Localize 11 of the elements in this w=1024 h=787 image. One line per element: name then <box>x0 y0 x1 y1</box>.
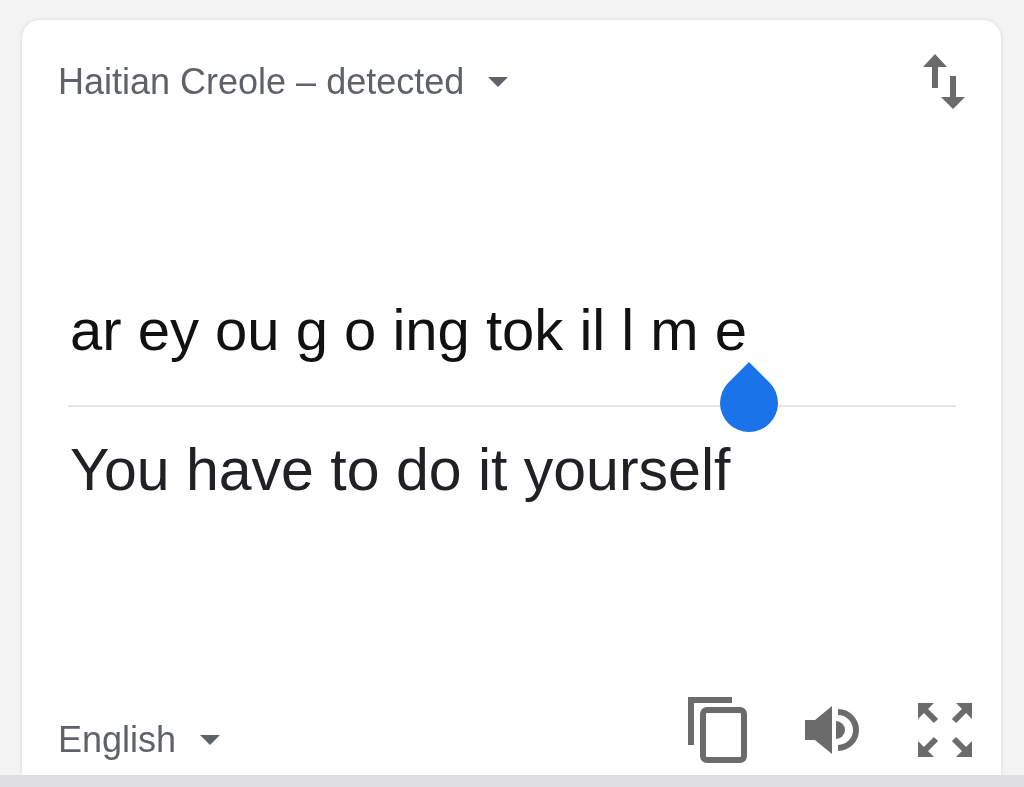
expand-icon[interactable] <box>918 703 972 757</box>
copy-icon[interactable] <box>688 697 747 763</box>
source-language-selector[interactable]: Haitian Creole – detected <box>58 60 509 103</box>
input-field[interactable]: ar ey ou g o ing tok il l m e <box>70 296 747 364</box>
caret-icon <box>200 735 221 745</box>
target-language-selector[interactable]: English <box>58 719 221 761</box>
swap-arrows-icon[interactable] <box>922 53 966 110</box>
speaker-icon[interactable] <box>805 704 860 756</box>
caret-icon <box>488 76 509 87</box>
text-cursor-handle[interactable] <box>720 361 778 433</box>
translation-text: You have to do it yourself <box>70 436 731 504</box>
